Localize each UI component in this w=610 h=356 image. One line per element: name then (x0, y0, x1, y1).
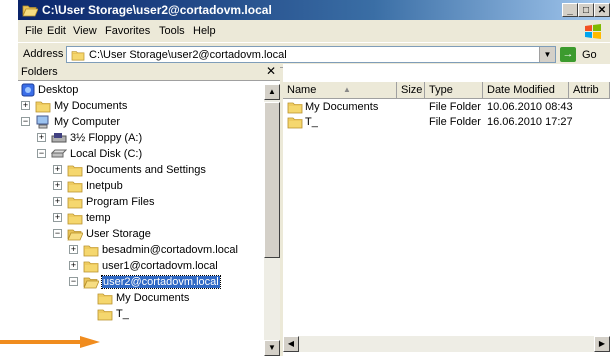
window-title: C:\User Storage\user2@cortadovm.local (42, 3, 272, 17)
column-header-attributes[interactable]: Attrib (569, 82, 610, 99)
sort-ascending-icon: ▲ (343, 85, 351, 94)
explorer-window: C:\User Storage\user2@cortadovm.local _ … (18, 0, 610, 356)
folder-icon (67, 195, 83, 209)
folder-icon (83, 259, 99, 273)
folder-icon (97, 291, 113, 305)
column-header-name[interactable]: Name ▲ (283, 82, 397, 99)
scroll-down-button[interactable]: ▼ (264, 340, 280, 356)
collapse-icon[interactable]: − (37, 149, 46, 158)
folder-icon (22, 3, 38, 17)
folder-icon (97, 307, 113, 321)
minimize-button[interactable]: _ (562, 3, 578, 17)
menu-view[interactable]: View (73, 25, 97, 37)
menu-file[interactable]: File (25, 25, 43, 37)
scroll-left-button[interactable]: ◀ (283, 336, 299, 352)
folders-pane: Folders ✕ Desktop + My Documents − My Co… (18, 64, 280, 356)
menu-tools[interactable]: Tools (159, 25, 185, 37)
annotation-arrow-icon (0, 336, 100, 348)
expand-icon[interactable]: + (53, 181, 62, 190)
scroll-up-button[interactable]: ▲ (264, 84, 280, 100)
menu-help[interactable]: Help (193, 25, 216, 37)
folders-header: Folders ✕ (18, 64, 280, 81)
folder-open-icon (83, 275, 99, 289)
folder-icon (287, 115, 303, 129)
expand-icon[interactable]: + (53, 165, 62, 174)
scroll-right-button[interactable]: ▶ (594, 336, 610, 352)
folder-icon (67, 179, 83, 193)
selected-folder-label: user2@cortadovm.local (101, 275, 221, 289)
menu-bar: File Edit View Favorites Tools Help (18, 22, 610, 41)
menu-favorites[interactable]: Favorites (105, 25, 150, 37)
scroll-thumb[interactable] (264, 102, 280, 258)
folder-icon (67, 163, 83, 177)
menu-edit[interactable]: Edit (47, 25, 66, 37)
file-list-pane: Name ▲ Size Type Date Modified Attrib My… (283, 64, 610, 356)
expand-icon[interactable]: + (53, 213, 62, 222)
address-label: Address (23, 48, 64, 60)
collapse-icon[interactable]: − (69, 277, 78, 286)
address-value: C:\User Storage\user2@cortadovm.local (89, 49, 287, 61)
desktop-icon (21, 83, 35, 97)
file-row[interactable]: T_ File Folder 16.06.2010 17:27 (287, 115, 610, 130)
folders-vertical-scrollbar[interactable]: ▲ ▼ (264, 84, 280, 356)
folder-icon (287, 100, 303, 114)
go-arrow-icon[interactable]: → (560, 47, 576, 62)
folder-icon (67, 211, 83, 225)
folders-close-button[interactable]: ✕ (266, 64, 276, 78)
expand-icon[interactable]: + (69, 261, 78, 270)
maximize-button[interactable]: □ (578, 3, 594, 17)
folders-title: Folders (21, 66, 58, 78)
folder-open-icon (67, 227, 83, 241)
column-header-size[interactable]: Size (397, 82, 425, 99)
windows-logo-icon (585, 24, 601, 39)
expand-icon[interactable]: + (53, 197, 62, 206)
folder-icon (35, 99, 51, 113)
folder-icon (70, 49, 86, 61)
go-button[interactable]: Go (582, 49, 597, 61)
collapse-icon[interactable]: − (53, 229, 62, 238)
address-input[interactable]: C:\User Storage\user2@cortadovm.local ▼ (66, 46, 556, 63)
column-header-date-modified[interactable]: Date Modified (483, 82, 569, 99)
close-button[interactable]: ✕ (594, 3, 610, 17)
column-header-type[interactable]: Type (425, 82, 483, 99)
expand-icon[interactable]: + (37, 133, 46, 142)
hard-disk-icon (51, 149, 67, 158)
expand-icon[interactable]: + (21, 101, 30, 110)
folder-icon (83, 243, 99, 257)
file-row[interactable]: My Documents File Folder 10.06.2010 08:4… (287, 100, 610, 115)
title-bar[interactable]: C:\User Storage\user2@cortadovm.local _ … (18, 0, 610, 20)
expand-icon[interactable]: + (69, 245, 78, 254)
address-dropdown-button[interactable]: ▼ (539, 47, 555, 62)
collapse-icon[interactable]: − (21, 117, 30, 126)
computer-icon (36, 115, 49, 129)
files-horizontal-scrollbar[interactable]: ◀ ▶ (283, 336, 610, 352)
floppy-drive-icon (51, 133, 67, 143)
